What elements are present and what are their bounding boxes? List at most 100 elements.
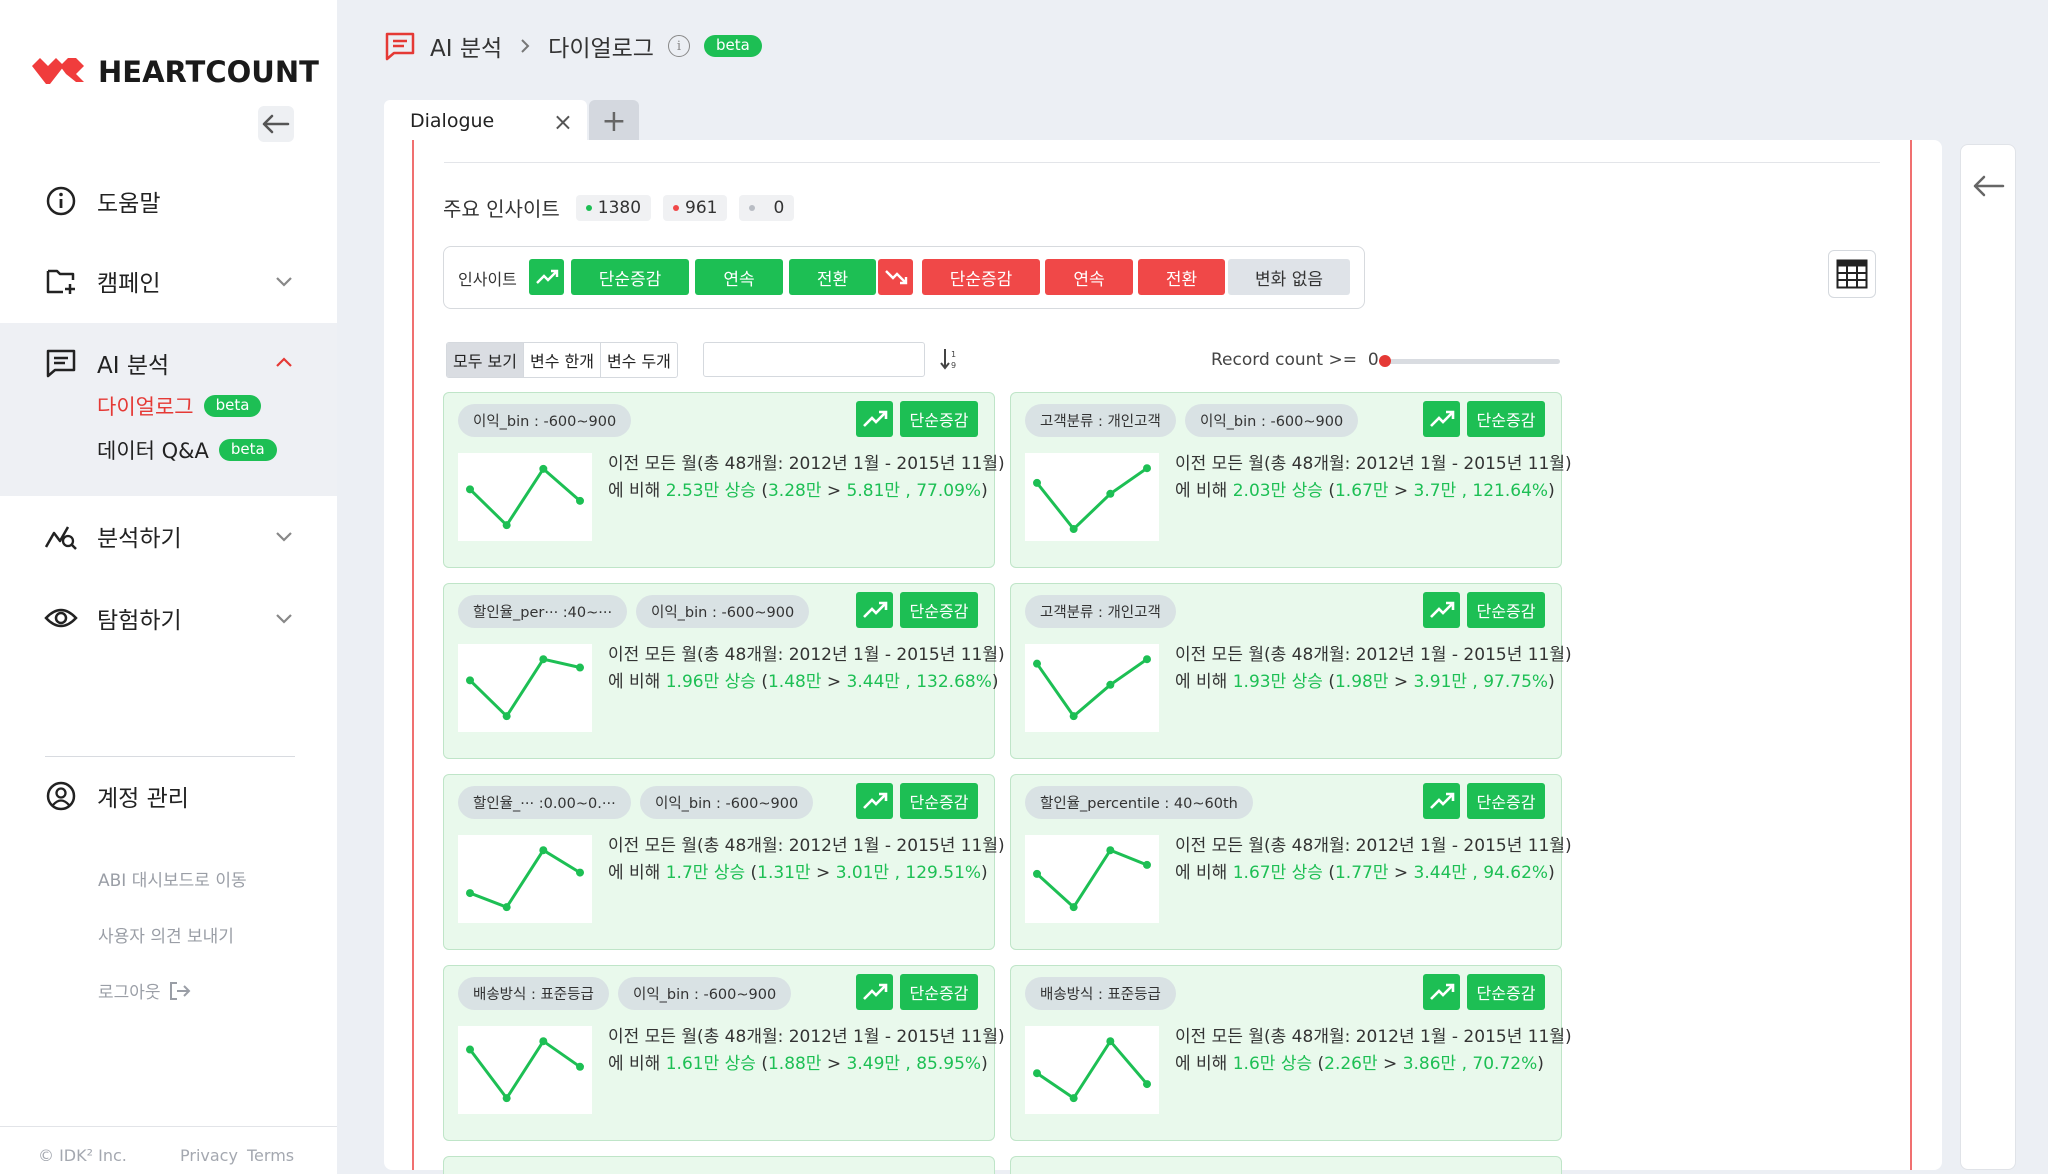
- variable-chip[interactable]: 고객분류 : 개인고객: [1025, 404, 1176, 437]
- sidebar-divider: [45, 756, 295, 757]
- variable-chip[interactable]: 이익_bin : -600~900: [458, 404, 632, 437]
- logo-text: HEARTCOUNT: [98, 55, 319, 89]
- sparkline-point: [576, 1062, 584, 1071]
- insight-card[interactable]: 할인율_per··· :40~··· 이익_bin : -600~900 단순증감 이…: [443, 583, 1005, 759]
- terms-link[interactable]: Terms: [247, 1146, 294, 1165]
- insight-description: 이전 모든 월(총 48개월: 2012년 1월 - 2015년 11월) 에 비…: [1175, 1024, 1572, 1078]
- abi-dashboard-link[interactable]: ABI 대시보드로 이동: [98, 866, 247, 891]
- link-label: 사용자 의견 보내기: [98, 927, 234, 947]
- chevron-down-icon[interactable]: [273, 270, 295, 292]
- insight-card[interactable]: 고객분류 : 개인고객 단순증감 이전 모든 월(총 48개월: 2012년 1월 …: [1010, 583, 1572, 759]
- slider-thumb[interactable]: [1379, 355, 1391, 367]
- filter-chip-label: 변화 없음: [1255, 269, 1323, 290]
- variable-chip[interactable]: 배송방식 : 표준등급: [458, 977, 609, 1010]
- breadcrumb: AI 분석 다이얼로그 i beta: [384, 28, 762, 64]
- breadcrumb-ai-analysis[interactable]: AI 분석: [430, 29, 502, 63]
- segment-all[interactable]: 모두 보기: [447, 343, 524, 377]
- sparkline-point: [466, 1045, 474, 1054]
- insight-card[interactable]: 이익_bin : -600~900 단순증감 이전 모든 월(총 48개월: 201…: [443, 392, 1005, 568]
- variable-chip[interactable]: 이익_bin : -600~900: [636, 595, 810, 628]
- sort-icon[interactable]: 19: [940, 347, 960, 371]
- trend-up-icon: [856, 592, 893, 628]
- variable-chip[interactable]: 이익_bin : -600~900: [618, 977, 792, 1010]
- filter-down-all[interactable]: [878, 259, 913, 295]
- change-prefix: 에 비해: [1175, 481, 1233, 501]
- heartcount-logo[interactable]: HEARTCOUNT: [30, 52, 319, 92]
- info-icon[interactable]: i: [667, 35, 690, 57]
- insight-card[interactable]: [1010, 1156, 1562, 1174]
- paren-close: ): [981, 1054, 988, 1074]
- sparkline-point: [502, 903, 511, 912]
- collapse-sidebar-button[interactable]: [258, 106, 294, 142]
- sparkline-chart: [458, 1026, 592, 1114]
- sidebar-subitem-dialogue[interactable]: 다이얼로그 beta: [97, 391, 262, 421]
- privacy-link[interactable]: Privacy: [180, 1146, 238, 1165]
- svg-text:1: 1: [951, 350, 956, 359]
- insight-card[interactable]: 할인율_··· :0.00~0.··· 이익_bin : -600~900 단순증감…: [443, 774, 1005, 950]
- arrow-left-icon[interactable]: [1973, 175, 2005, 197]
- insight-type-badge: 단순증감: [1467, 783, 1545, 819]
- insight-card[interactable]: 고객분류 : 개인고객 이익_bin : -600~900 단순증감 이전 모든 월(…: [1010, 392, 1572, 568]
- sidebar-item-explore[interactable]: 탐험하기: [0, 588, 337, 648]
- filter-no-change[interactable]: 변화 없음: [1228, 259, 1350, 295]
- change-text: 에 비해 2.03만 상승 (1.67만 > 3.7만 , 121.64%): [1175, 478, 1572, 505]
- chevron-down-icon[interactable]: [273, 525, 295, 547]
- sparkline-point: [466, 889, 474, 898]
- insight-card[interactable]: 배송방식 : 표준등급 이익_bin : -600~900 단순증감 이전 모든 월(…: [443, 965, 1005, 1141]
- folder-plus-icon: [44, 264, 78, 298]
- filter-up-continuous[interactable]: 연속: [695, 259, 783, 295]
- insight-description: 이전 모든 월(총 48개월: 2012년 1월 - 2015년 11월) 에 비…: [608, 1024, 1005, 1078]
- insight-description: 이전 모든 월(총 48개월: 2012년 1월 - 2015년 11월) 에 비…: [1175, 451, 1572, 505]
- tab-dialogue[interactable]: Dialogue ×: [384, 100, 587, 142]
- table-view-button[interactable]: [1828, 250, 1876, 298]
- change-text: 에 비해 1.61만 상승 (1.88만 > 3.49만 , 85.95%): [608, 1051, 1005, 1078]
- sparkline-point: [1106, 846, 1115, 855]
- add-tab-button[interactable]: +: [589, 100, 639, 142]
- segment-one-var[interactable]: 변수 한개: [524, 343, 601, 377]
- variable-chip[interactable]: 할인율_percentile : 40~60th: [1025, 786, 1253, 819]
- change-amount: 1.67만 상승: [1232, 863, 1323, 883]
- sparkline-point: [1033, 478, 1041, 487]
- insight-card[interactable]: 배송방식 : 표준등급 단순증감 이전 모든 월(총 48개월: 2012년 1월 …: [1010, 965, 1572, 1141]
- trend-up-icon: [856, 974, 893, 1010]
- sidebar-item-campaign[interactable]: 캠페인: [0, 251, 337, 311]
- variable-chip[interactable]: 이익_bin : -600~900: [640, 786, 814, 819]
- from-value: 1.67만: [1334, 481, 1389, 501]
- sidebar-item-ai-analysis[interactable]: AI 분석: [0, 333, 337, 393]
- variable-chip[interactable]: 고객분류 : 개인고객: [1025, 595, 1176, 628]
- variable-chip[interactable]: 할인율_··· :0.00~0.···: [458, 786, 631, 819]
- paren-open: (: [1322, 863, 1335, 883]
- filter-up-simple[interactable]: 단순증감: [571, 259, 689, 295]
- variable-chip[interactable]: 이익_bin : -600~900: [1185, 404, 1359, 437]
- sidebar-item-label: 캠페인: [97, 271, 161, 297]
- segment-two-var[interactable]: 변수 두개: [601, 343, 677, 377]
- ai-analysis-section: AI 분석 다이얼로그 beta 데이터 Q&A beta: [0, 323, 337, 496]
- search-input[interactable]: [703, 342, 925, 377]
- trend-up-icon: [1423, 974, 1460, 1010]
- logout-link[interactable]: 로그아웃: [98, 978, 191, 1003]
- insight-card[interactable]: 할인율_percentile : 40~60th 단순증감 이전 모든 월(총 48…: [1010, 774, 1572, 950]
- variable-chip[interactable]: 할인율_per··· :40~···: [458, 595, 628, 628]
- sidebar-item-help[interactable]: 도움말: [0, 171, 337, 231]
- close-icon[interactable]: ×: [553, 108, 573, 136]
- sidebar-subitem-data-qa[interactable]: 데이터 Q&A beta: [97, 435, 277, 465]
- sparkline-point: [1033, 659, 1041, 668]
- record-count-slider[interactable]: [1382, 359, 1560, 364]
- filter-down-continuous[interactable]: 연속: [1045, 259, 1133, 295]
- insight-card[interactable]: [443, 1156, 995, 1174]
- sparkline-line: [1035, 466, 1148, 532]
- filter-down-simple[interactable]: 단순증감: [922, 259, 1040, 295]
- filter-down-reversal[interactable]: 전환: [1138, 259, 1225, 295]
- filter-up-reversal[interactable]: 전환: [789, 259, 876, 295]
- paren-open: (: [1312, 1054, 1325, 1074]
- variable-chip[interactable]: 배송방식 : 표준등급: [1025, 977, 1176, 1010]
- sparkline-point: [1069, 525, 1078, 533]
- chevron-down-icon[interactable]: [273, 607, 295, 629]
- arrow-separator: >: [821, 481, 847, 501]
- send-feedback-link[interactable]: 사용자 의견 보내기: [98, 922, 234, 947]
- chevron-up-icon[interactable]: [273, 352, 295, 374]
- sidebar-item-account[interactable]: 계정 관리: [0, 766, 337, 826]
- copyright: © IDK² Inc.: [38, 1146, 127, 1165]
- filter-up-all[interactable]: [529, 259, 564, 295]
- sidebar-item-analyze[interactable]: 분석하기: [0, 506, 337, 566]
